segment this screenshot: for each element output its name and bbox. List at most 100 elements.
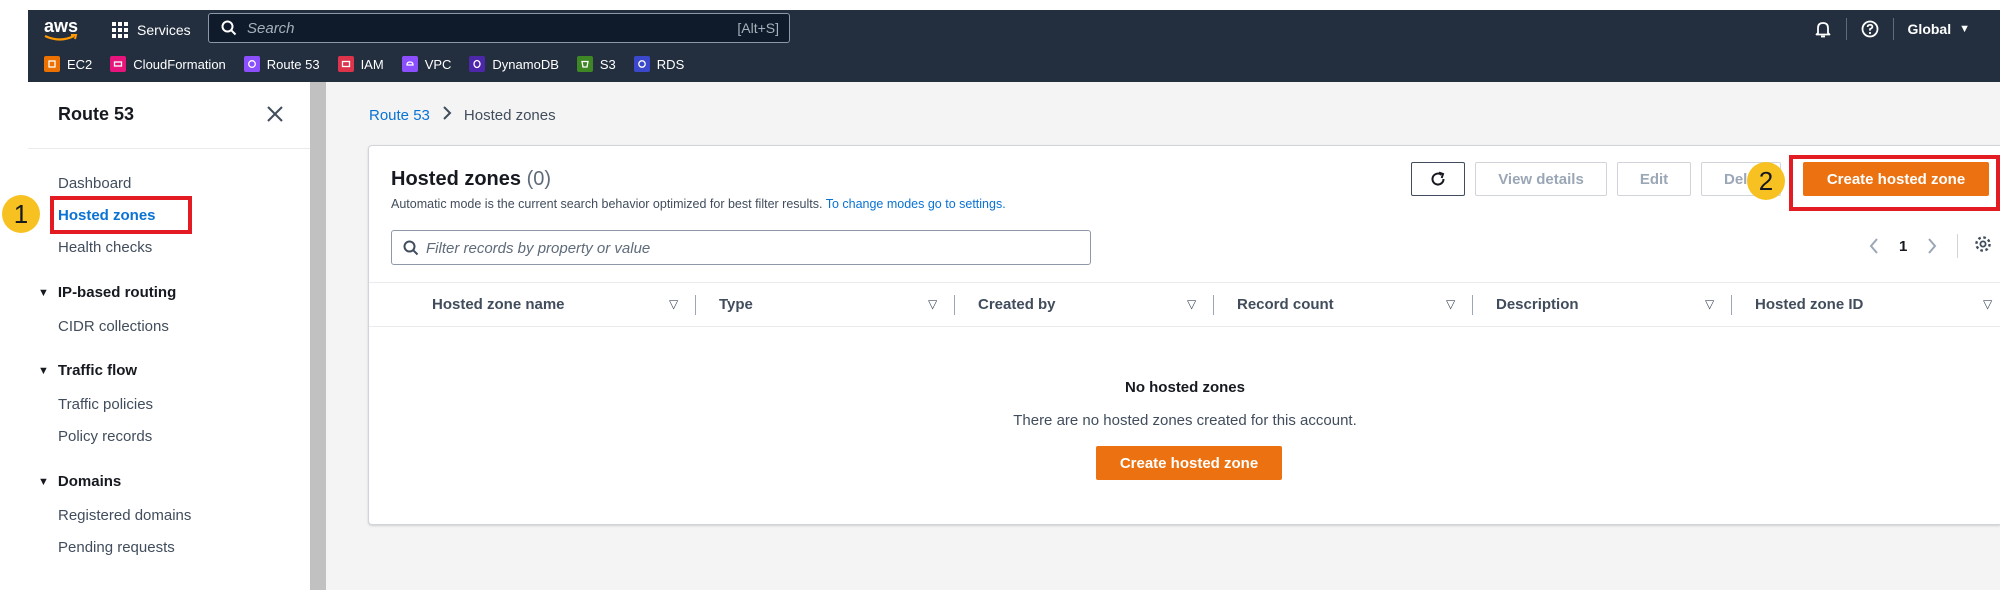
top-navigation-bar: aws Services [Alt+S] <box>28 10 2000 82</box>
sort-caret-icon[interactable]: ▽ <box>669 297 678 311</box>
services-grid-icon <box>112 22 128 38</box>
sidebar-group-ip-based-routing[interactable]: ▼ IP-based routing <box>38 284 176 301</box>
column-header-type[interactable]: Type <box>719 296 753 313</box>
column-divider[interactable] <box>954 295 955 315</box>
search-icon <box>221 20 237 36</box>
favorite-route53[interactable]: Route 53 <box>243 56 320 72</box>
divider <box>1892 18 1894 40</box>
column-divider[interactable] <box>1472 295 1473 315</box>
dynamodb-service-icon <box>469 56 486 72</box>
region-selector[interactable]: Global ▼ <box>1908 21 1970 37</box>
global-search-box[interactable]: [Alt+S] <box>208 13 790 43</box>
sort-caret-icon[interactable]: ▽ <box>1446 297 1455 311</box>
region-label: Global <box>1907 21 1952 37</box>
sort-caret-icon[interactable]: ▽ <box>1983 297 1992 311</box>
favorite-label: DynamoDB <box>492 56 559 72</box>
current-page-number[interactable]: 1 <box>1899 238 1907 255</box>
create-hosted-zone-empty-button[interactable]: Create hosted zone <box>1096 446 1282 480</box>
sidebar-title: Route 53 <box>58 104 135 124</box>
sidebar-group-label: Traffic flow <box>57 362 138 379</box>
sidebar-item-health-checks[interactable]: Health checks <box>58 239 152 256</box>
sidebar-group-traffic-flow[interactable]: ▼ Traffic flow <box>38 362 137 379</box>
favorite-iam[interactable]: IAM <box>337 56 384 72</box>
notifications-bell-button[interactable] <box>1814 20 1832 38</box>
ec2-service-icon <box>44 56 60 72</box>
column-divider[interactable] <box>1213 295 1214 315</box>
favorite-label: EC2 <box>67 56 93 72</box>
sort-caret-icon[interactable]: ▽ <box>928 297 937 311</box>
vpc-service-icon <box>401 56 418 72</box>
favorites-bar: EC2 CloudFormation Route 53 IAM VPC Dyna… <box>44 54 702 74</box>
chevron-right-icon <box>1928 238 1937 254</box>
favorite-rds[interactable]: RDS <box>633 56 684 72</box>
bell-icon <box>1815 22 1830 38</box>
step-badge-2: 2 <box>1747 162 1785 200</box>
column-header-created-by[interactable]: Created by <box>978 296 1056 313</box>
sidebar-item-pending-requests[interactable]: Pending requests <box>58 539 175 556</box>
favorite-label: S3 <box>599 56 616 72</box>
favorite-ec2[interactable]: EC2 <box>44 56 92 72</box>
caret-down-icon: ▼ <box>38 364 49 377</box>
pagination: 1 <box>1865 234 1992 258</box>
services-label: Services <box>137 22 191 38</box>
favorite-s3[interactable]: S3 <box>576 56 616 72</box>
column-header-description[interactable]: Description <box>1496 296 1579 313</box>
favorite-label: IAM <box>360 56 384 72</box>
iam-service-icon <box>337 56 354 72</box>
sidebar-item-cidr-collections[interactable]: CIDR collections <box>58 318 169 335</box>
top-right-controls: Global ▼ <box>1814 16 1970 42</box>
column-divider[interactable] <box>1731 295 1732 315</box>
close-icon[interactable] <box>265 104 285 124</box>
aws-smile-icon <box>44 34 78 41</box>
s3-service-icon <box>576 56 593 72</box>
sidebar-scrollbar-thumb[interactable] <box>310 82 326 590</box>
favorite-dynamodb[interactable]: DynamoDB <box>469 56 559 72</box>
panel-description: Automatic mode is the current search beh… <box>391 197 1006 211</box>
sidebar-item-registered-domains[interactable]: Registered domains <box>58 507 191 524</box>
sort-caret-icon[interactable]: ▽ <box>1705 297 1714 311</box>
highlight-box-create-hosted-zone <box>1789 155 2000 211</box>
empty-state-title: No hosted zones <box>1124 379 1245 396</box>
sidebar-group-label: IP-based routing <box>57 284 177 301</box>
favorite-label: CloudFormation <box>133 56 226 72</box>
sidebar-item-policy-records[interactable]: Policy records <box>58 428 152 445</box>
table-header: Hosted zone name ▽ Type ▽ Created by ▽ R… <box>369 282 2000 327</box>
help-button[interactable] <box>1861 20 1879 38</box>
caret-down-icon: ▼ <box>38 475 49 488</box>
filter-box[interactable] <box>391 230 1091 265</box>
favorite-cloudformation[interactable]: CloudFormation <box>110 56 226 72</box>
next-page-button[interactable] <box>1923 238 1941 254</box>
sort-caret-icon[interactable]: ▽ <box>1187 297 1196 311</box>
chevron-left-icon <box>1869 238 1878 254</box>
breadcrumb-current: Hosted zones <box>463 106 556 124</box>
services-menu-button[interactable]: Services <box>112 17 191 43</box>
favorite-vpc[interactable]: VPC <box>401 56 452 72</box>
favorite-label: Route 53 <box>266 56 320 72</box>
column-header-hosted-zone-name[interactable]: Hosted zone name <box>432 296 565 313</box>
sidebar-group-domains[interactable]: ▼ Domains <box>38 473 121 490</box>
edit-button[interactable]: Edit <box>1617 162 1691 196</box>
route53-service-icon <box>243 56 260 72</box>
view-details-button[interactable]: View details <box>1475 162 1607 196</box>
panel-title: Hosted zones (0) <box>391 168 551 191</box>
left-margin <box>0 82 28 590</box>
previous-page-button[interactable] <box>1865 238 1883 254</box>
settings-link[interactable]: To change modes go to settings. <box>826 197 1006 211</box>
refresh-icon <box>1431 171 1445 186</box>
breadcrumb: Route 53 Hosted zones <box>369 106 556 124</box>
breadcrumb-route53-link[interactable]: Route 53 <box>369 107 430 124</box>
favorite-label: VPC <box>424 56 452 72</box>
aws-logo[interactable]: aws <box>44 16 84 46</box>
sidebar-item-traffic-policies[interactable]: Traffic policies <box>58 396 153 413</box>
column-header-record-count[interactable]: Record count <box>1237 296 1334 313</box>
column-divider[interactable] <box>695 295 696 315</box>
filter-input[interactable] <box>426 239 1066 257</box>
column-header-hosted-zone-id[interactable]: Hosted zone ID <box>1755 296 1863 313</box>
highlight-box-hosted-zones <box>50 196 192 234</box>
global-search-input[interactable] <box>247 18 687 38</box>
hosted-zones-panel: Hosted zones (0) Automatic mode is the c… <box>368 145 2000 525</box>
sidebar-item-dashboard[interactable]: Dashboard <box>58 175 131 192</box>
hosted-zone-count: (0) <box>526 168 552 190</box>
refresh-button[interactable] <box>1411 162 1465 196</box>
preferences-button[interactable] <box>1974 235 1992 257</box>
